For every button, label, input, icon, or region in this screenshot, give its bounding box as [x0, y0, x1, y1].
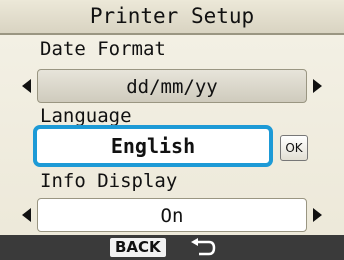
- return-arrow-icon[interactable]: [187, 238, 217, 257]
- back-button[interactable]: BACK: [110, 238, 166, 257]
- date-format-value[interactable]: dd/mm/yy: [37, 69, 307, 103]
- printer-setup-screen: Printer Setup Date Format dd/mm/yy Langu…: [0, 0, 344, 260]
- info-display-label: Info Display: [40, 170, 178, 192]
- language-value[interactable]: English: [37, 129, 269, 163]
- info-display-value[interactable]: On: [37, 198, 307, 232]
- right-arrow-icon[interactable]: [313, 208, 322, 222]
- footer-bar: BACK: [0, 235, 344, 260]
- language-label: Language: [40, 105, 132, 127]
- left-arrow-icon[interactable]: [22, 79, 31, 93]
- language-selector[interactable]: English: [33, 125, 273, 167]
- screen-title: Printer Setup: [0, 0, 344, 35]
- date-format-label: Date Format: [40, 38, 166, 60]
- info-display-selector[interactable]: On: [22, 198, 322, 232]
- ok-button[interactable]: OK: [280, 135, 308, 161]
- left-arrow-icon[interactable]: [22, 208, 31, 222]
- date-format-selector[interactable]: dd/mm/yy: [22, 69, 322, 103]
- right-arrow-icon[interactable]: [313, 79, 322, 93]
